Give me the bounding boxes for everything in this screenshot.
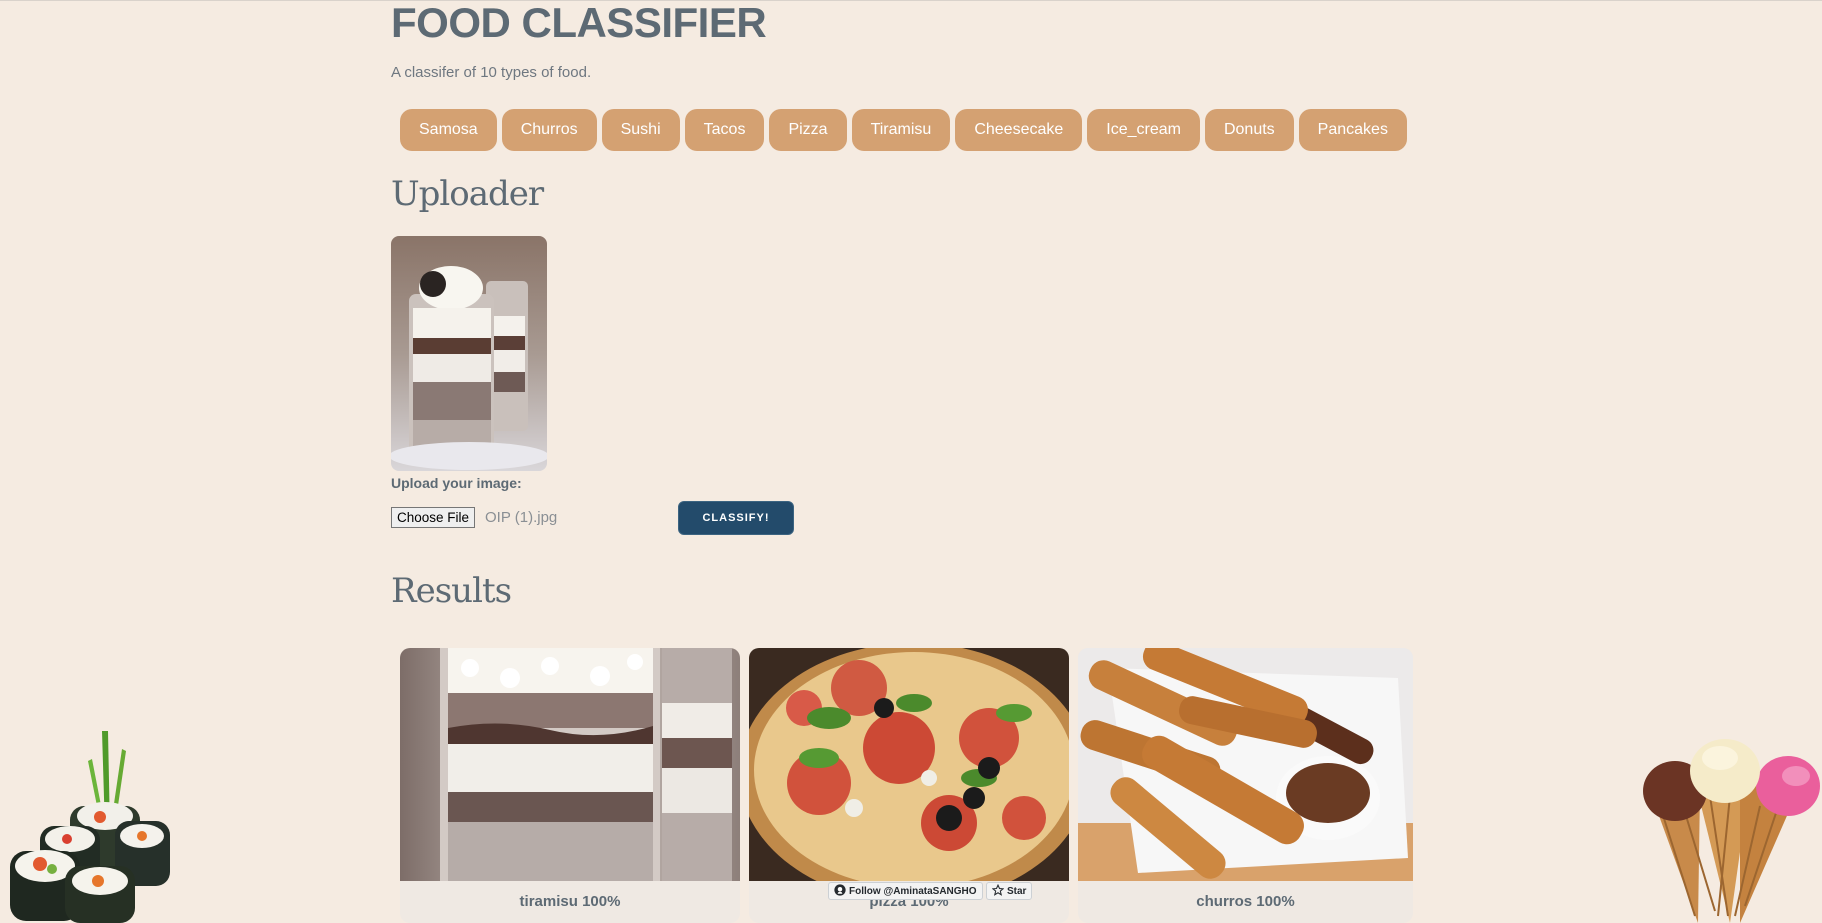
page-title: FOOD CLASSIFIER bbox=[391, 0, 767, 46]
category-button-samosa[interactable]: Samosa bbox=[400, 109, 497, 151]
category-button-donuts[interactable]: Donuts bbox=[1204, 109, 1294, 151]
result-label-churros: churros 100% bbox=[1196, 893, 1295, 910]
category-button-churros[interactable]: Churros bbox=[501, 109, 597, 151]
churros-photo bbox=[1078, 648, 1413, 881]
results-heading: Results bbox=[391, 571, 512, 611]
category-button-pancakes[interactable]: Pancakes bbox=[1298, 109, 1407, 151]
category-button-tiramisu[interactable]: Tiramisu bbox=[851, 109, 951, 151]
category-button-tacos[interactable]: Tacos bbox=[684, 109, 765, 151]
choose-file-button[interactable]: Choose File bbox=[391, 507, 476, 528]
sushi-roll-image bbox=[10, 731, 170, 923]
category-button-pizza[interactable]: Pizza bbox=[769, 109, 847, 151]
github-follow-label: Follow @AminataSANGHO bbox=[849, 885, 977, 897]
github-star-button[interactable]: Star bbox=[986, 882, 1033, 900]
pizza-photo bbox=[749, 648, 1069, 881]
category-button-ice-cream[interactable]: Ice_cream bbox=[1087, 109, 1200, 151]
uploaded-image-preview bbox=[391, 236, 547, 471]
result-label-tiramisu: tiramisu 100% bbox=[519, 893, 621, 910]
uploader-heading: Uploader bbox=[391, 174, 544, 214]
page-subtitle: A classifer of 10 types of food. bbox=[391, 64, 592, 81]
ice-cream-cones-image bbox=[1643, 739, 1820, 923]
github-star-label: Star bbox=[1007, 885, 1027, 897]
github-follow-button[interactable]: Follow @AminataSANGHO bbox=[828, 882, 983, 900]
tiramisu-photo bbox=[400, 648, 740, 881]
github-icon bbox=[834, 883, 846, 899]
classify-button[interactable]: CLASSIFY! bbox=[678, 501, 794, 535]
category-button-cheesecake[interactable]: Cheesecake bbox=[955, 109, 1083, 151]
category-button-sushi[interactable]: Sushi bbox=[601, 109, 680, 151]
upload-label: Upload your image: bbox=[391, 475, 522, 491]
category-buttons: Samosa Churros Sushi Tacos Pizza Tiramis… bbox=[400, 109, 1407, 151]
result-card-tiramisu: tiramisu 100% bbox=[400, 648, 740, 923]
result-card-churros: churros 100% bbox=[1078, 648, 1413, 923]
star-icon bbox=[991, 883, 1005, 899]
selected-file-name: OIP (1).jpg bbox=[485, 509, 558, 526]
